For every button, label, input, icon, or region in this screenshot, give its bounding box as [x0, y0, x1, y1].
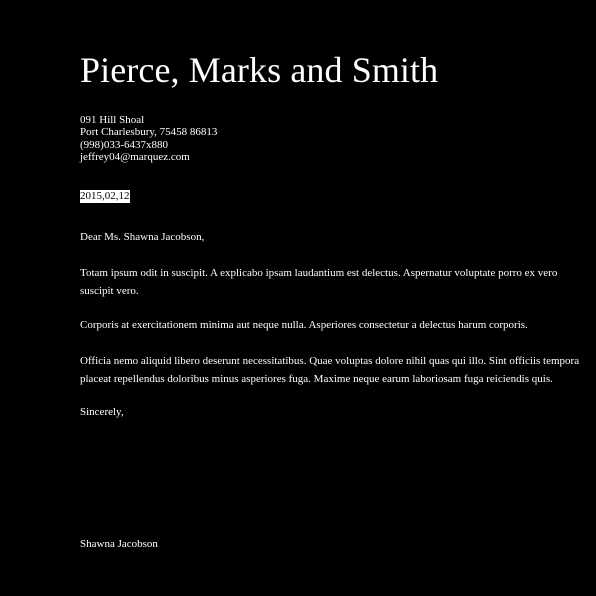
letter-date: 2015,02,12 [80, 190, 130, 203]
letter-greeting: Dear Ms. Shawna Jacobson, [80, 231, 205, 243]
body-paragraph-3: Officia nemo aliquid libero deserunt nec… [80, 355, 580, 385]
address-phone: (998)033-6437x880 [80, 138, 168, 151]
address-city-line: Port Charlesbury, 75458 86813 [80, 126, 218, 139]
sender-address-block: 091 Hill Shoal Port Charlesbury, 75458 8… [80, 114, 217, 164]
letter-page: Pierce, Marks and Smith 091 Hill Shoal P… [0, 0, 596, 596]
body-paragraph-2: Corporis at exercitationem minima aut ne… [80, 319, 528, 331]
company-name-heading: Pierce, Marks and Smith [80, 50, 439, 90]
body-paragraph-1: Totam ipsum odit in suscipit. A explicab… [80, 267, 558, 297]
address-email: jeffrey04@marquez.com [80, 151, 190, 164]
signature-name: Shawna Jacobson [80, 538, 158, 550]
address-street: 091 Hill Shoal [80, 114, 145, 126]
letter-closing: Sincerely, [80, 406, 124, 418]
